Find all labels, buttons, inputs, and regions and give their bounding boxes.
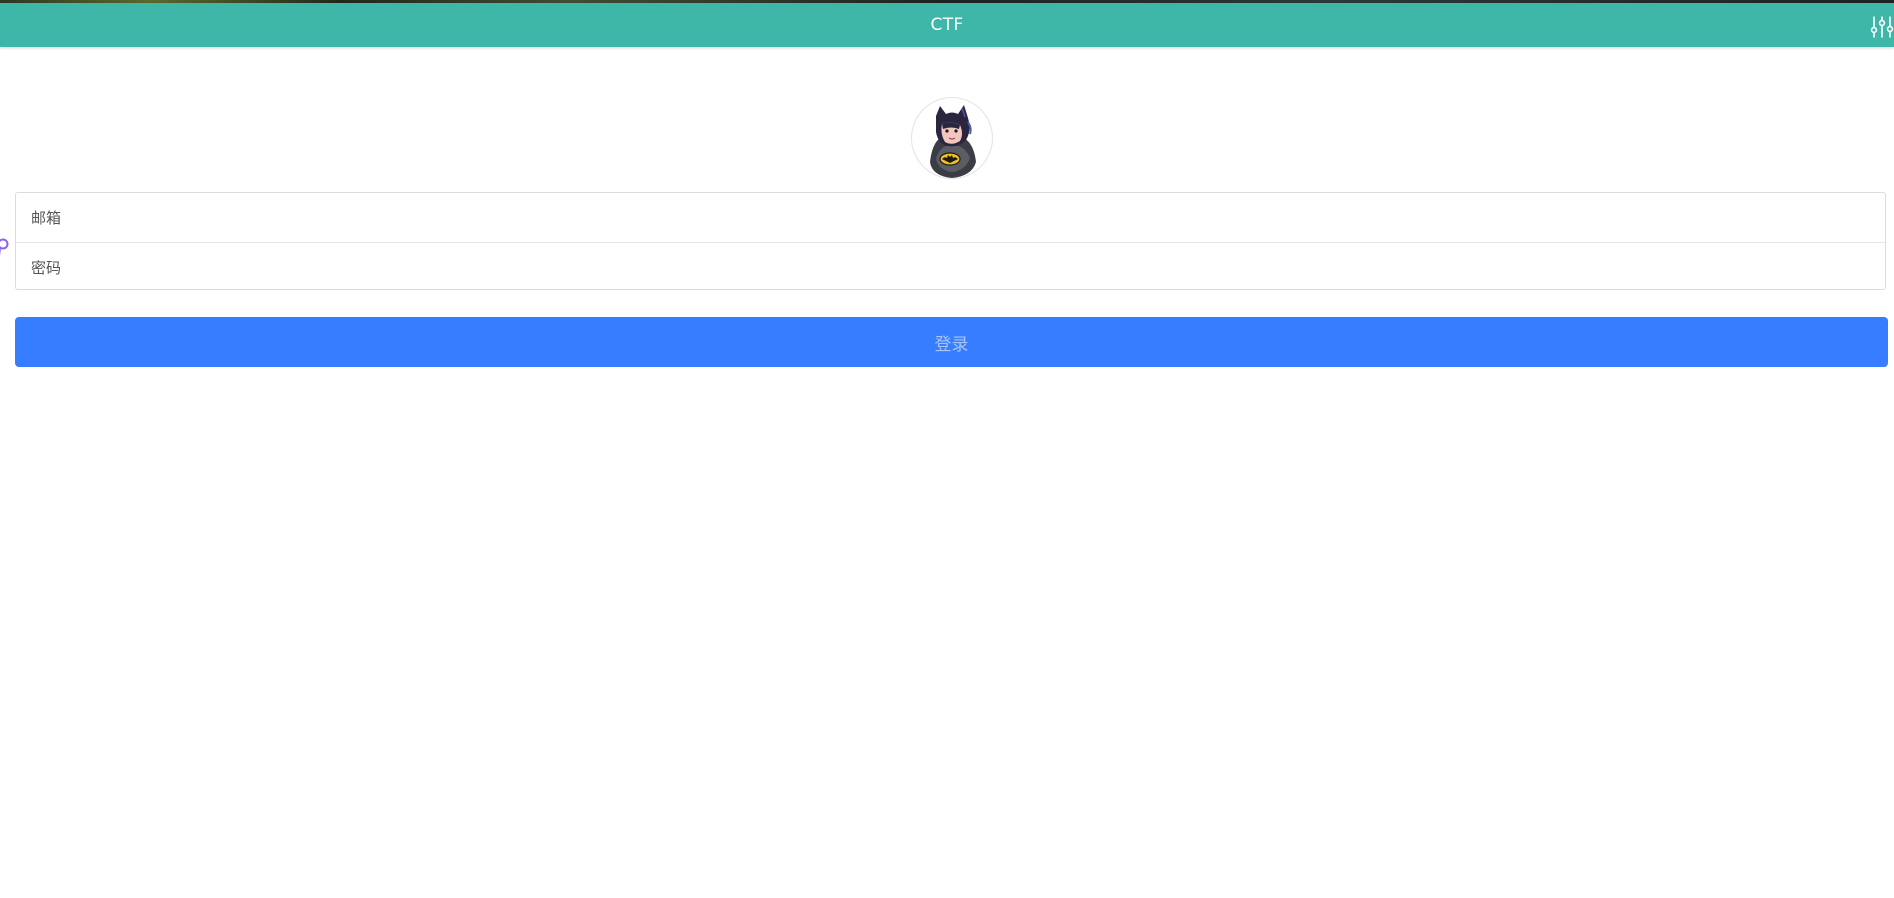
- login-button[interactable]: 登录: [15, 317, 1888, 367]
- avatar: [911, 97, 993, 179]
- email-field[interactable]: [16, 193, 1885, 242]
- app-title: CTF: [930, 15, 964, 35]
- password-field[interactable]: [16, 243, 1885, 292]
- batman-avatar-icon: [930, 105, 976, 178]
- login-form: [15, 192, 1886, 292]
- sliders-icon[interactable]: [1870, 15, 1894, 39]
- top-nav-bar: CTF: [0, 3, 1894, 47]
- side-handle-icon[interactable]: [0, 236, 10, 258]
